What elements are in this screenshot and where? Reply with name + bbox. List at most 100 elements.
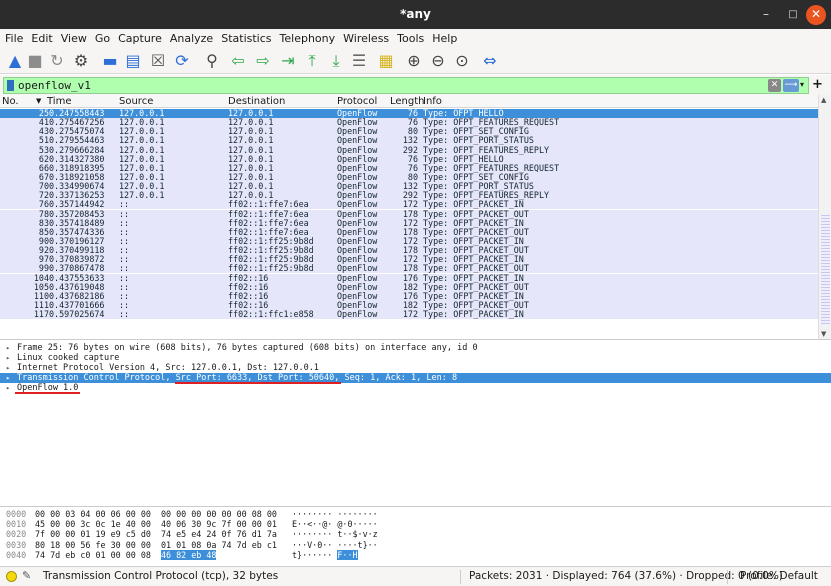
minimize-icon[interactable]: – xyxy=(756,5,776,25)
hex-b1[interactable]: 00 00 03 04 00 06 00 00 xyxy=(35,509,151,519)
apply-filter-icon[interactable]: ⟶ xyxy=(783,79,799,92)
filter-text: openflow_v1 xyxy=(18,79,91,92)
status-divider xyxy=(727,570,728,584)
detail-tree-row[interactable]: ▸ Internet Protocol Version 4, Src: 127.0… xyxy=(0,363,831,373)
forward-arrow-icon[interactable]: ⇨ xyxy=(253,51,273,71)
hex-asc[interactable]: ········ t··$·v·z xyxy=(292,529,378,539)
packet-cell-info: Type: OFPT_PACKET_IN xyxy=(423,309,524,320)
column-header-info[interactable]: Info xyxy=(423,96,442,107)
maximize-icon[interactable]: □ xyxy=(783,5,803,25)
hex-b2[interactable]: 40 06 30 9c 7f 00 00 01 xyxy=(161,519,277,529)
packet-row[interactable]: 117 0.597025674:: ff02::1:ffc1:e858 OpenFlo… xyxy=(0,309,818,320)
hex-asc[interactable]: ········ ········ xyxy=(292,509,378,519)
packet-list-scrollbar[interactable]: ▲ ▼ xyxy=(818,95,831,339)
detail-tree-row[interactable]: ▸ Frame 25: 76 bytes on wire (608 bits), … xyxy=(0,343,831,353)
packet-cell-no: 117 xyxy=(33,309,49,320)
hex-b2[interactable]: 74 e5 e4 24 0f 76 d1 7a xyxy=(161,529,277,539)
menu-edit[interactable]: Edit xyxy=(27,29,56,45)
stop-icon[interactable]: ■ xyxy=(25,51,45,71)
expand-arrow-icon[interactable]: ▸ xyxy=(6,373,10,383)
resize-columns-icon[interactable]: ⇔ xyxy=(480,51,500,71)
menu-go[interactable]: Go xyxy=(91,29,114,45)
expand-arrow-icon[interactable]: ▸ xyxy=(6,383,10,393)
menu-statistics[interactable]: Statistics xyxy=(217,29,275,45)
column-header-no[interactable]: No. xyxy=(2,96,19,107)
hex-off[interactable]: 0000 xyxy=(6,509,26,519)
hex-ascii-highlight: F··H xyxy=(337,549,358,560)
menu-analyze[interactable]: Analyze xyxy=(166,29,217,45)
hex-asc[interactable]: E··<··@· @·0····· xyxy=(292,519,378,529)
close-file-icon[interactable]: ☒ xyxy=(148,51,168,71)
back-arrow-icon[interactable]: ⇦ xyxy=(228,51,248,71)
status-profile[interactable]: Profile: Default xyxy=(740,570,818,582)
filter-bookmark-icon[interactable] xyxy=(7,80,14,91)
first-packet-icon[interactable]: ⤒ xyxy=(302,51,322,71)
annotation-underline-ports xyxy=(175,382,341,384)
column-header-time[interactable]: Time xyxy=(47,96,71,107)
hex-b1[interactable]: 74 7d eb c0 01 00 00 08 xyxy=(35,550,151,560)
hex-b2[interactable]: 00 00 00 00 00 00 08 00 xyxy=(161,509,277,519)
scroll-up-icon[interactable]: ▲ xyxy=(821,96,826,104)
packet-cell-time: 0.597025674 xyxy=(49,309,105,320)
hex-b1[interactable]: 80 18 00 56 fe 30 00 00 xyxy=(35,540,151,550)
detail-tree-row[interactable]: ▸ Transmission Control Protocol, Src Port… xyxy=(0,373,831,383)
menu-help[interactable]: Help xyxy=(428,29,461,45)
add-filter-button-icon[interactable]: + xyxy=(812,77,823,92)
go-to-packet-icon[interactable]: ⇥ xyxy=(278,51,298,71)
hex-off[interactable]: 0030 xyxy=(6,540,26,550)
last-packet-icon[interactable]: ⤓ xyxy=(326,51,346,71)
search-icon[interactable]: ⚲ xyxy=(202,51,222,71)
menu-telephony[interactable]: Telephony xyxy=(276,29,340,45)
scroll-down-icon[interactable]: ▼ xyxy=(821,330,826,338)
filter-dropdown-icon[interactable]: ▾ xyxy=(800,79,808,91)
packet-bytes-pane: 0000 00 00 03 04 00 06 00 00 00 00 00 00 0… xyxy=(0,508,831,566)
hex-row: 0030 80 18 00 56 fe 30 00 00 01 01 08 0a 7… xyxy=(0,540,831,550)
expand-arrow-icon[interactable]: ▸ xyxy=(6,363,10,373)
column-header-source[interactable]: Source xyxy=(119,96,153,107)
column-header-length[interactable]: Length xyxy=(390,96,425,107)
open-folder-icon[interactable]: ▬ xyxy=(100,51,120,71)
menu-tools[interactable]: Tools xyxy=(393,29,428,45)
options-gear-icon[interactable]: ⚙ xyxy=(71,51,91,71)
detail-tree-row[interactable]: ▸ OpenFlow 1.0 xyxy=(0,383,831,393)
menu-file[interactable]: File xyxy=(0,29,27,45)
zoom-in-icon[interactable]: ⊕ xyxy=(404,51,424,71)
menu-capture[interactable]: Capture xyxy=(114,29,166,45)
hex-b2[interactable]: 46 82 eb 48 xyxy=(161,549,217,560)
clear-filter-icon[interactable]: ✕ xyxy=(768,79,781,92)
hex-b1[interactable]: 7f 00 00 01 19 e9 c5 d0 xyxy=(35,529,151,539)
close-icon[interactable]: ✕ xyxy=(806,5,826,25)
hex-b1[interactable]: 45 00 00 3c 0c 1e 40 00 xyxy=(35,519,151,529)
hex-off[interactable]: 0040 xyxy=(6,550,26,560)
menu-wireless[interactable]: Wireless xyxy=(339,29,393,45)
autoscroll-icon[interactable]: ☰ xyxy=(349,51,369,71)
hex-ascii-plain: t}······ xyxy=(292,549,338,560)
display-filter-input[interactable]: openflow_v1 ✕ ⟶ ▾ xyxy=(3,77,809,94)
hex-b2[interactable]: 01 01 08 0a 74 7d eb c1 xyxy=(161,540,277,550)
menu-view[interactable]: View xyxy=(57,29,91,45)
window-title: *any xyxy=(400,7,431,21)
colorize-icon[interactable]: ▦ xyxy=(376,51,396,71)
detail-tree-row[interactable]: ▸ Linux cooked capture xyxy=(0,353,831,363)
column-header-destination[interactable]: Destination xyxy=(228,96,285,107)
reload-icon[interactable]: ⟳ xyxy=(172,51,192,71)
expert-info-icon[interactable] xyxy=(6,571,17,582)
hex-row: 0010 45 00 00 3c 0c 1e 40 00 40 06 30 9c 7… xyxy=(0,519,831,529)
status-packet-counts: Packets: 2031 · Displayed: 764 (37.6%) ·… xyxy=(469,570,783,582)
detail-text: Linux cooked capture xyxy=(17,353,120,363)
restart-icon[interactable]: ↻ xyxy=(47,51,67,71)
file-icon[interactable]: ▤ xyxy=(123,51,143,71)
shark-fin-start-icon[interactable]: ▲ xyxy=(5,51,25,71)
hex-asc[interactable]: t}······ F··H xyxy=(292,549,358,560)
column-header-protocol[interactable]: Protocol xyxy=(337,96,377,107)
hex-off[interactable]: 0020 xyxy=(6,529,26,539)
packet-cell-dst: ff02::1:ffc1:e858 xyxy=(228,309,314,320)
hex-asc[interactable]: ···V·0·· ····t}·· xyxy=(292,540,378,550)
expand-arrow-icon[interactable]: ▸ xyxy=(6,353,10,363)
zoom-out-icon[interactable]: ⊖ xyxy=(428,51,448,71)
hex-row: 0000 00 00 03 04 00 06 00 00 00 00 00 00 0… xyxy=(0,509,831,519)
zoom-reset-icon[interactable]: ⊙ xyxy=(452,51,472,71)
edit-comment-icon[interactable]: ✎ xyxy=(22,569,31,582)
hex-off[interactable]: 0010 xyxy=(6,519,26,529)
expand-arrow-icon[interactable]: ▸ xyxy=(6,343,10,353)
